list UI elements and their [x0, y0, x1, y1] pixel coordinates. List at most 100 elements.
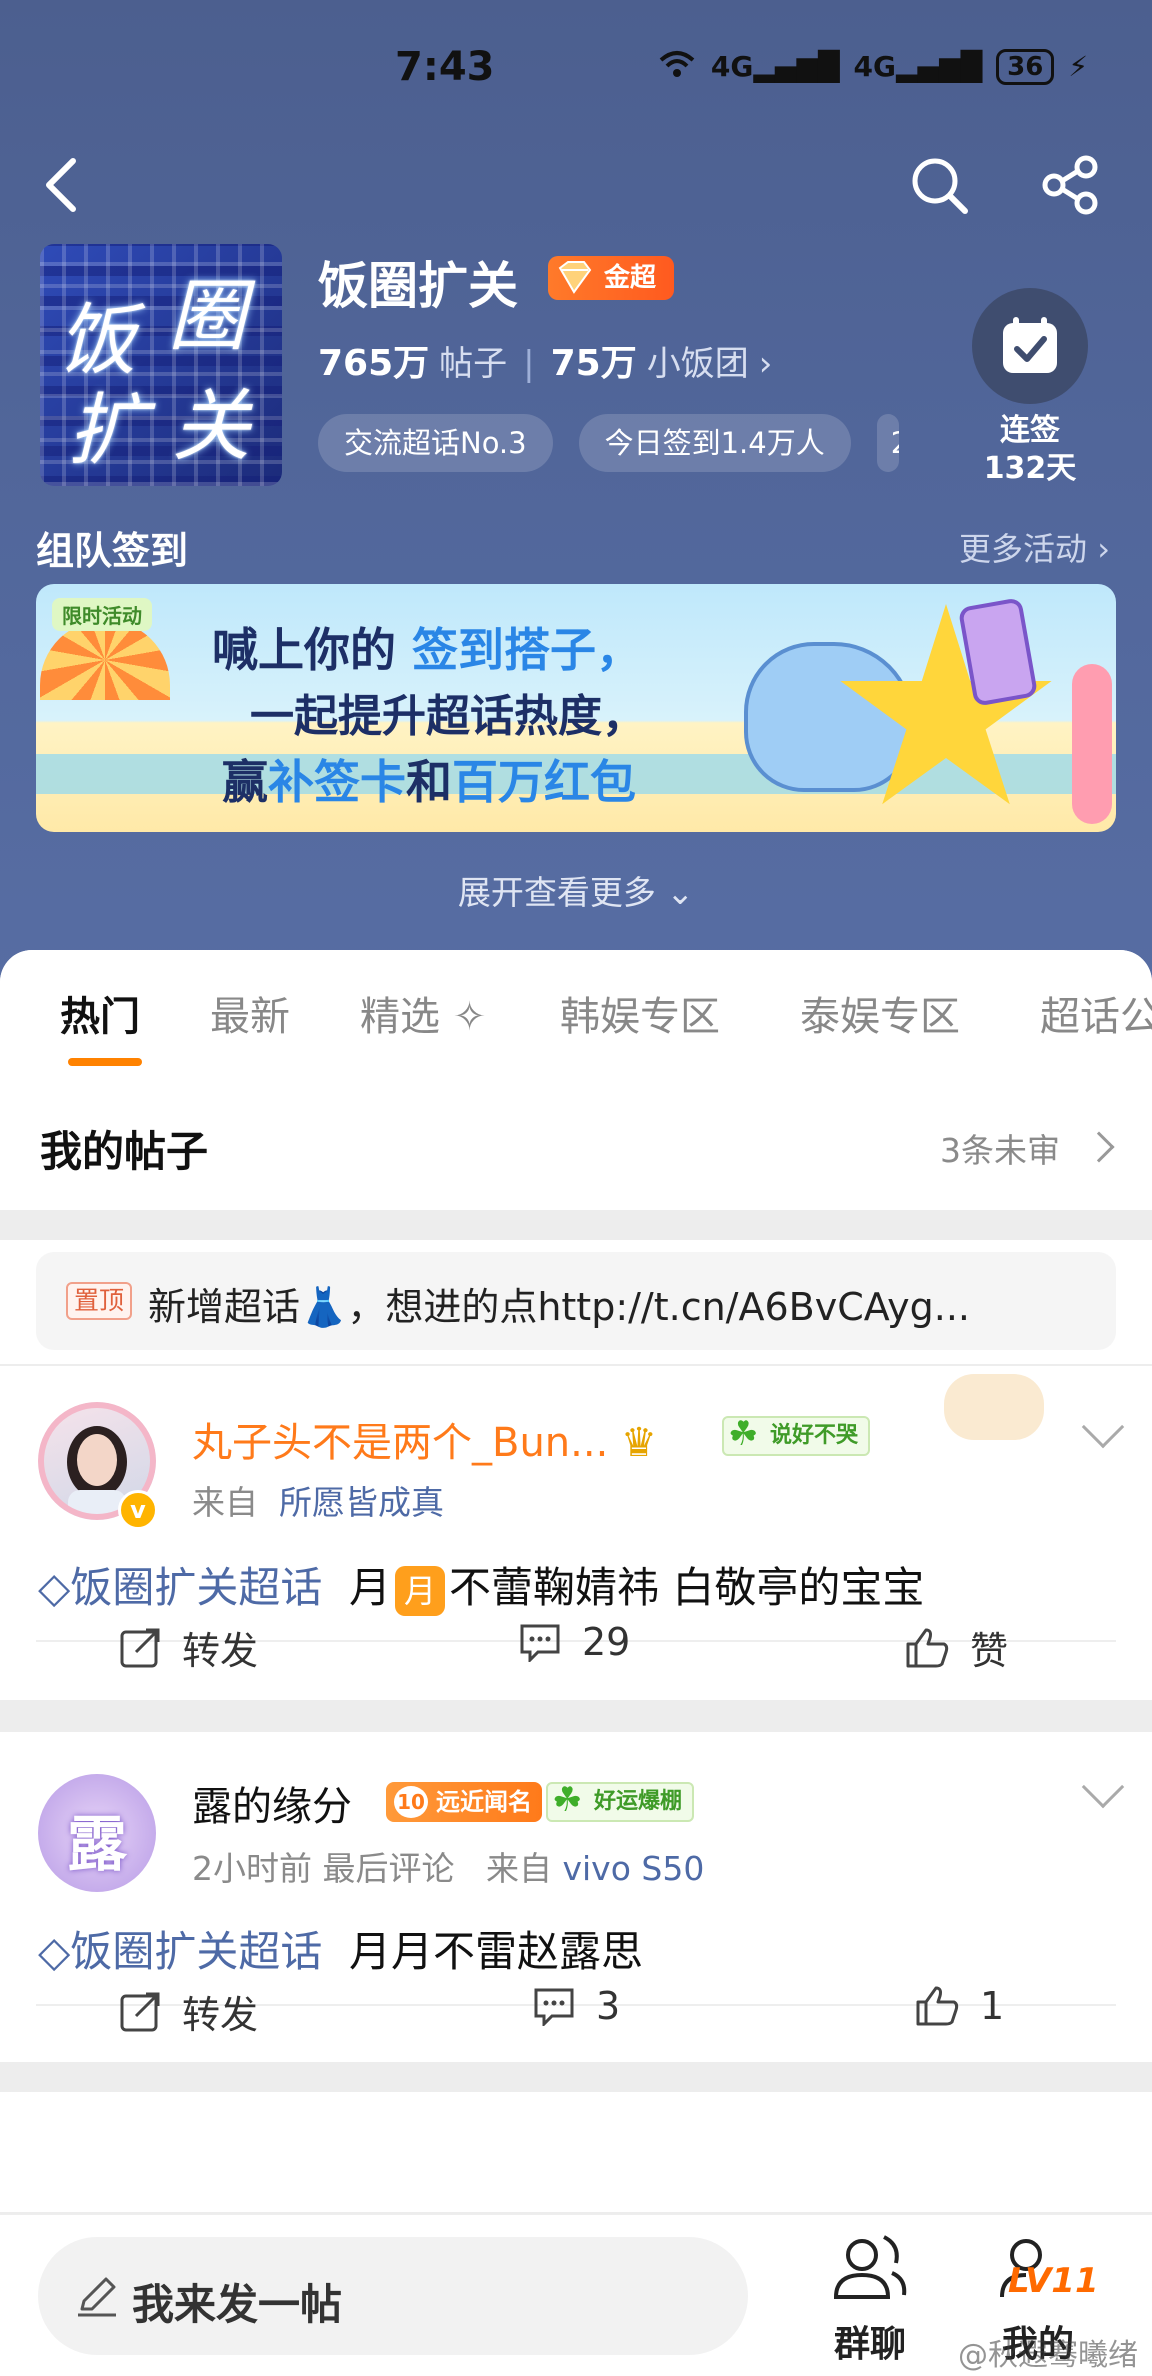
members-count[interactable]: 75万 — [551, 334, 637, 386]
community-logo[interactable]: 饭 圈 扩 关 — [40, 244, 282, 486]
like-button[interactable]: 赞 — [904, 1620, 1008, 1675]
avatar[interactable]: 露 — [38, 1774, 156, 1892]
banner-line-3: 赢补签卡和百万红包 — [222, 755, 636, 809]
stats-divider: | — [523, 344, 535, 384]
banner-line-1: 喊上你的 签到搭子， — [212, 623, 643, 677]
post-menu-chevron-icon[interactable] — [1081, 1765, 1125, 1809]
chevron-right-icon[interactable]: › — [759, 344, 773, 384]
my-posts-label: 我的帖子 — [40, 1127, 209, 1176]
tag-more[interactable]: 2 — [876, 414, 899, 472]
posts-count: 765万 — [318, 343, 430, 384]
search-button[interactable] — [904, 150, 974, 220]
featured-icon: ✧ — [440, 994, 487, 1040]
signal-icon-1: 4G▂▄▆█ — [710, 50, 840, 83]
tag-checkin-today[interactable]: 今日签到1.4万人 — [578, 414, 851, 472]
comment-icon — [520, 1624, 560, 1662]
diamond-icon: ◇ — [38, 1927, 71, 1976]
search-icon — [912, 158, 968, 214]
post-body[interactable]: ◇饭圈扩关超话 月月不蕾鞠婧祎 白敬亭的宝宝 — [38, 1554, 924, 1616]
pinned-post[interactable]: 置顶 新增超话👗，想进的点http://t.cn/A6BvCAyg... — [36, 1252, 1116, 1350]
gold-super-badge[interactable]: 金超 — [548, 256, 675, 300]
repost-button[interactable]: 转发 — [118, 1620, 258, 1675]
status-bar: 7:43 4G▂▄▆█ 4G▂▄▆█ 36 ⚡ — [0, 44, 1152, 92]
crown-icon: ♛ — [621, 1420, 657, 1466]
beach-umbrella-illustration — [40, 620, 170, 700]
comment-button[interactable]: 3 — [532, 1984, 620, 2028]
moon-emoji-icon: 月 — [395, 1565, 446, 1616]
calendar-check-icon — [1003, 317, 1057, 373]
level-badge: LV11 — [1008, 2261, 1099, 2301]
group-chat-button[interactable]: 群聊 — [810, 2231, 930, 2367]
checkin-button[interactable] — [972, 288, 1088, 404]
wifi-icon — [657, 48, 697, 85]
diamond-icon: ◇ — [38, 1563, 71, 1612]
post-card[interactable]: 露 露的缘分 10 远近闻名 ☘ 好运爆棚 2小时前 最后评论 来自 vivo S5… — [0, 1732, 1152, 2062]
charging-icon: ⚡ — [1068, 50, 1088, 83]
checkin-streak[interactable]: 连签 132天 — [948, 412, 1112, 488]
tab-kpop[interactable]: 韩娱专区 — [560, 984, 720, 1042]
post-card-partial[interactable] — [0, 2092, 1152, 2212]
watermark: @秋遐骞曦绪 — [958, 2338, 1138, 2373]
active-tab-indicator — [68, 1058, 142, 1066]
group-chat-icon — [833, 2235, 907, 2299]
community-tags: 交流超话No.3 今日签到1.4万人 2 — [318, 414, 899, 472]
tab-thai[interactable]: 泰娱专区 — [800, 984, 960, 1042]
post-meta: 来自 所愿皆成真 — [192, 1483, 444, 1522]
surfboard-illustration — [1072, 664, 1112, 824]
rank-badge: 10 远近闻名 — [386, 1782, 542, 1822]
more-activities-link[interactable]: 更多活动 › — [959, 524, 1110, 570]
chevron-right-icon — [1083, 1131, 1115, 1163]
my-posts-row[interactable]: 我的帖子 3条未审 — [0, 1078, 1152, 1210]
feed-tabs: 热门 最新 精选 ✧ 韩娱专区 泰娱专区 超话公 — [0, 950, 1152, 1078]
status-icons: 4G▂▄▆█ 4G▂▄▆█ 36 ⚡ — [657, 48, 1088, 85]
clover-icon: ☘ — [728, 1414, 759, 1454]
post-card[interactable]: v 丸子头不是两个_Bun... ♛ ☘ 说好不哭 来自 所愿皆成真 ◇饭圈扩关超… — [0, 1366, 1152, 1700]
diamond-icon — [558, 261, 592, 294]
repost-icon — [120, 1628, 160, 1667]
comment-icon — [534, 1988, 574, 2026]
share-icon — [1042, 155, 1098, 215]
username[interactable]: 露的缘分 — [192, 1774, 352, 1832]
expand-more-button[interactable]: 展开查看更多 ⌄ — [0, 866, 1152, 914]
group-chat-label: 群聊 — [833, 2324, 906, 2365]
posts-label: 帖子 — [439, 344, 508, 384]
post-menu-chevron-icon[interactable] — [1081, 1405, 1125, 1449]
post-body[interactable]: ◇饭圈扩关超话 月月不雷赵露思 — [38, 1918, 643, 1979]
pinned-post-wrap: 置顶 新增超话👗，想进的点http://t.cn/A6BvCAyg... — [0, 1240, 1152, 1364]
members-label[interactable]: 小饭团 — [647, 336, 749, 385]
verified-badge-icon: v — [118, 1490, 158, 1530]
community-title: 饭圈扩关 — [318, 257, 518, 315]
banner-line-2: 一起提升超话热度， — [250, 691, 646, 742]
tag-rank[interactable]: 交流超话No.3 — [318, 414, 553, 472]
community-header: 7:43 4G▂▄▆█ 4G▂▄▆█ 36 ⚡ 饭 圈 扩 关 饭圈扩关 金超 … — [0, 0, 1152, 990]
thumbs-up-icon — [916, 1986, 959, 2026]
tab-featured[interactable]: 精选 ✧ — [360, 984, 486, 1042]
decorative-sticker — [944, 1374, 1044, 1440]
pinned-text: 新增超话👗，想进的点http://t.cn/A6BvCAyg... — [148, 1285, 971, 1329]
clover-icon: ☘ — [552, 1780, 583, 1820]
comment-button[interactable]: 29 — [518, 1620, 630, 1664]
fan-badge: ☘ 说好不哭 — [722, 1414, 871, 1456]
share-button[interactable] — [1036, 150, 1106, 220]
status-time: 7:43 — [395, 44, 495, 90]
team-checkin-title: 组队签到 — [36, 529, 189, 573]
topic-link[interactable]: ◇饭圈扩关超话 — [38, 1927, 322, 1976]
thumbs-up-icon — [906, 1628, 949, 1667]
tab-hot[interactable]: 热门 — [60, 984, 140, 1042]
pen-icon — [78, 2277, 116, 2317]
tab-announcement[interactable]: 超话公 — [1040, 984, 1152, 1042]
elephant-illustration — [744, 642, 914, 792]
username[interactable]: 丸子头不是两个_Bun... ♛ — [192, 1410, 657, 1468]
tab-latest[interactable]: 最新 — [210, 984, 290, 1042]
repost-icon — [120, 1992, 160, 2031]
post-meta: 2小时前 最后评论 来自 vivo S50 — [192, 1849, 705, 1888]
repost-button[interactable]: 转发 — [118, 1984, 258, 2039]
topic-link[interactable]: ◇饭圈扩关超话 — [38, 1563, 322, 1612]
back-button[interactable] — [26, 150, 96, 220]
limited-time-badge: 限时活动 — [52, 598, 152, 631]
back-arrow-icon — [46, 158, 76, 212]
activity-banner[interactable]: 限时活动 喊上你的 签到搭子， 一起提升超话热度， 赢补签卡和百万红包 — [36, 584, 1116, 832]
like-button[interactable]: 1 — [914, 1984, 1004, 2028]
compose-post-button[interactable]: 我来发一帖 — [38, 2237, 748, 2355]
fan-badge: ☘ 好运爆棚 — [546, 1780, 695, 1822]
